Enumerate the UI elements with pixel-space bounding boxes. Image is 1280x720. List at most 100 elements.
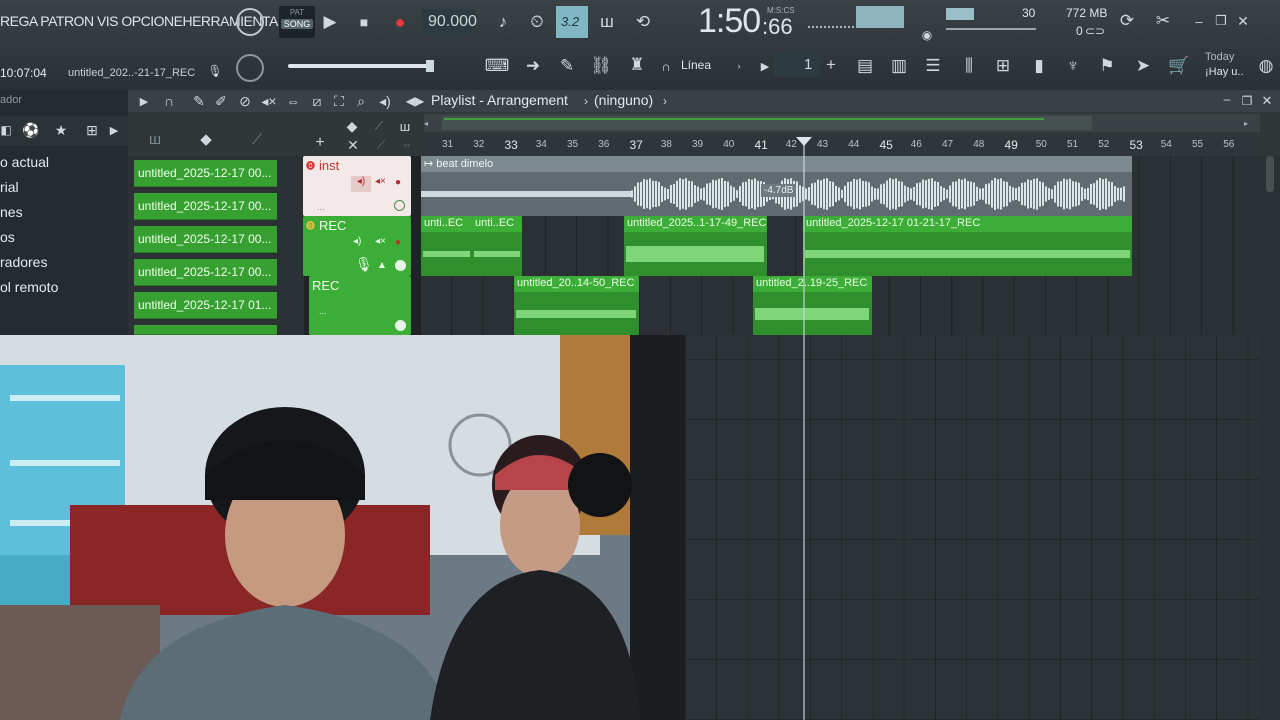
audio-clip-rec[interactable]: unti..EC xyxy=(421,216,472,276)
browser-tree-icon[interactable]: ⊞ xyxy=(990,54,1016,78)
chain-icon[interactable]: ⛓ xyxy=(588,55,614,77)
playlist-restore-icon[interactable]: ❐ xyxy=(1240,92,1254,110)
pattern-item[interactable]: untitled_2025-12-17 00... xyxy=(134,193,277,220)
tracks-icon[interactable]: ◆ xyxy=(342,118,362,134)
track-record-icon[interactable]: ● xyxy=(395,177,401,188)
stop-icon[interactable]: ■ xyxy=(352,10,376,34)
delete-icon[interactable]: ⊘ xyxy=(236,92,254,110)
pattern-selector[interactable]: (ninguno) xyxy=(594,92,653,108)
step-edit-icon[interactable]: ш xyxy=(594,10,620,34)
browser-item-current[interactable]: o actual xyxy=(0,154,49,170)
mute-icon[interactable]: ◂× xyxy=(260,92,278,110)
typing-keyboard-icon[interactable]: ⌨ xyxy=(484,55,510,77)
channel-rack-icon[interactable]: ☰ xyxy=(920,54,946,78)
pattern-item[interactable]: untitled_2025-12-17 00... xyxy=(134,160,277,187)
automation-small-icon[interactable]: ⟋ xyxy=(370,118,388,134)
timeline-ruler[interactable]: 31 32 33 34 35 36 37 38 39 40 41 42 43 44 45 46 47 48 49 50… xyxy=(420,137,1260,156)
playlist-menu-arrow-icon[interactable]: ▶ xyxy=(138,93,150,109)
track-select-toggle[interactable] xyxy=(395,320,406,331)
link-tracks-icon[interactable]: ⇔ xyxy=(398,136,416,154)
playback-icon[interactable]: ◂) xyxy=(376,92,394,110)
track-header-inst[interactable]: ⓿ inst ◂) ◂× ● ... xyxy=(303,156,411,216)
zoom-icon[interactable]: ⌕ xyxy=(352,92,370,110)
globe-icon[interactable]: ◍ xyxy=(1254,54,1278,78)
audio-clip-rec[interactable]: untitled_2025..1-17-49_REC xyxy=(624,216,767,276)
track-header-rec-2[interactable]: REC ... xyxy=(309,276,411,335)
remove-track-icon[interactable]: ✕ xyxy=(344,136,362,154)
close-icon[interactable]: ✕ xyxy=(1234,12,1252,30)
piano-icon[interactable]: ш xyxy=(146,130,164,148)
browser-item-remote[interactable]: ol remoto xyxy=(0,279,58,295)
metronome-icon[interactable]: ♪ xyxy=(490,10,516,34)
track-name[interactable]: inst xyxy=(319,158,339,173)
pattern-arrow-icon[interactable]: ◀▶ xyxy=(406,93,424,109)
pat-song-switch[interactable]: PAT SONG xyxy=(279,6,315,38)
master-pitch-knob[interactable] xyxy=(236,54,264,82)
tempo-display[interactable]: 90.000 xyxy=(422,9,477,35)
add-track-icon[interactable]: + xyxy=(312,134,328,152)
snap-line-label[interactable]: Línea xyxy=(681,58,711,72)
plugin-icon[interactable]: ♆ xyxy=(1060,54,1086,78)
playlist-icon[interactable]: ▤ xyxy=(852,54,878,78)
step-value[interactable]: 1 xyxy=(774,53,820,77)
slice-icon[interactable]: ⧄ xyxy=(308,92,326,110)
track-speaker-icon[interactable]: ◂) xyxy=(353,236,361,247)
draw-icon[interactable]: ✎ xyxy=(190,92,208,110)
track-mute-icon[interactable]: ◂× xyxy=(375,236,386,247)
arrow-right-icon[interactable]: ➜ xyxy=(520,55,546,77)
audio-clip-rec[interactable]: unti..EC xyxy=(472,216,522,276)
stamp-icon[interactable]: ♜ xyxy=(624,53,650,77)
master-volume-knob[interactable] xyxy=(236,8,264,36)
play-icon[interactable]: ▶ xyxy=(318,10,342,34)
folder-add-icon[interactable]: ⊞ xyxy=(82,122,102,138)
file-icon[interactable]: ▮ xyxy=(1026,54,1052,78)
refresh-icon[interactable]: ⟳ xyxy=(1114,8,1140,34)
news-text[interactable]: ¡Hay u.. xyxy=(1205,66,1244,78)
pencil-icon[interactable]: ✎ xyxy=(554,55,580,77)
track-name[interactable]: REC xyxy=(319,218,346,233)
track-record-icon[interactable]: ● xyxy=(395,237,401,248)
cut-icon[interactable]: ✂ xyxy=(1150,8,1176,34)
send-icon[interactable]: ➤ xyxy=(1130,54,1156,78)
record-icon[interactable]: ● xyxy=(388,10,412,34)
browser-item-4[interactable]: os xyxy=(0,229,15,245)
minimize-icon[interactable]: – xyxy=(1190,12,1208,30)
audio-wave-icon[interactable]: ◆ xyxy=(194,130,218,148)
browser-item-3[interactable]: nes xyxy=(0,204,23,220)
playhead[interactable] xyxy=(803,137,805,720)
overview-scrollbar[interactable]: ◂ ▸ xyxy=(424,114,1260,132)
pattern-item[interactable]: untitled_2025-12-17 01... xyxy=(134,292,277,319)
playhead-marker[interactable] xyxy=(796,137,812,146)
track-speaker-icon[interactable]: ◂) xyxy=(351,176,371,192)
mixer-icon[interactable]: ⫼ xyxy=(956,54,982,78)
pattern-item[interactable]: untitled_2025-12-17 00... xyxy=(134,259,277,286)
track-name[interactable]: REC xyxy=(312,278,339,293)
star-icon[interactable]: ★ xyxy=(52,122,70,138)
scroll-right-icon[interactable]: ▸ xyxy=(1244,119,1256,128)
audio-clip-rec[interactable]: untitled_2..19-25_REC xyxy=(753,276,872,335)
edit-track-icon[interactable]: ⟋ xyxy=(372,136,390,154)
magnet-icon[interactable]: ∩ xyxy=(160,92,178,110)
select-icon[interactable]: ⛶ xyxy=(330,92,348,110)
song-time-main[interactable]: 1:50 xyxy=(698,2,761,41)
audio-clip-rec[interactable]: untitled_2025-12-17 01-21-17_REC xyxy=(803,216,1132,276)
cart-icon[interactable]: 🛒 xyxy=(1166,54,1192,78)
position-slider[interactable] xyxy=(288,64,428,68)
browser-mode-icon[interactable]: ◧ xyxy=(0,122,12,138)
piano-small-icon[interactable]: ш xyxy=(396,118,414,134)
scroll-left-icon[interactable]: ◂ xyxy=(424,119,436,128)
browser-item-2[interactable]: rial xyxy=(0,179,19,195)
track-mute-icon[interactable]: ◂× xyxy=(375,176,391,192)
pattern-item[interactable]: untitled_2025-12-17 00... xyxy=(134,226,277,253)
piano-roll-icon[interactable]: ▥ xyxy=(886,54,912,78)
playlist-close-icon[interactable]: ✕ xyxy=(1260,92,1274,110)
tempo-tapper-icon[interactable]: ⚑ xyxy=(1094,54,1120,78)
track-header-rec-1[interactable]: ⓿ REC ◂) ◂× ● 🎙 ▲ xyxy=(303,216,411,276)
ball-icon[interactable]: ⚽ xyxy=(22,122,40,138)
browser-item-5[interactable]: radores xyxy=(0,254,47,270)
track-select-toggle[interactable] xyxy=(395,260,406,271)
play-small-icon[interactable]: ▶ xyxy=(758,58,772,74)
restore-icon[interactable]: ❐ xyxy=(1212,12,1230,30)
chevron-right-icon[interactable]: ▶ xyxy=(108,122,120,138)
pattern-item-partial[interactable] xyxy=(134,325,277,335)
